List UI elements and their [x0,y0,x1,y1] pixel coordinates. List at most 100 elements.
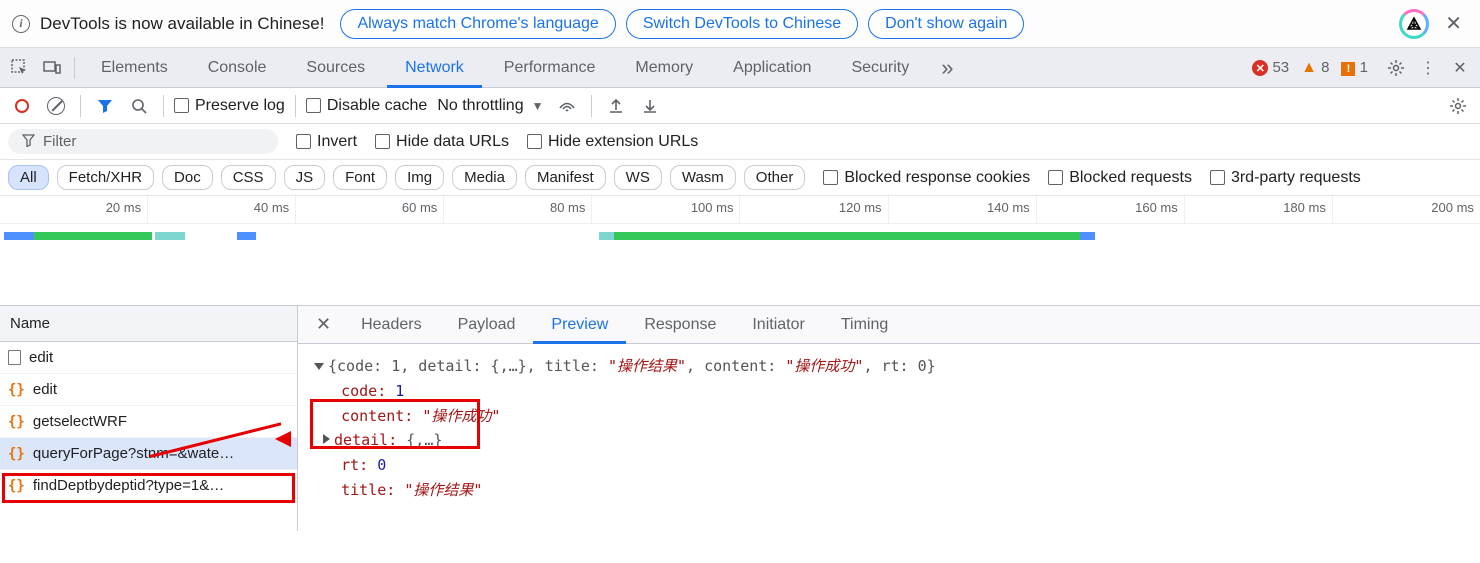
settings-icon[interactable] [1382,54,1410,82]
json-preview[interactable]: {code: 1, detail: {,…}, title: "操作结果", c… [298,344,1480,531]
separator [295,95,296,117]
hide-data-urls-checkbox[interactable]: Hide data URLs [375,133,509,151]
tab-sources[interactable]: Sources [288,48,383,88]
json-root[interactable]: {code: 1, detail: {,…}, title: "操作结果", c… [314,354,1464,379]
chevron-down-icon: ▼ [532,99,544,113]
detail-subtabs: ✕ Headers Payload Preview Response Initi… [298,306,1480,344]
subtab-response[interactable]: Response [626,306,734,344]
tab-console[interactable]: Console [190,48,285,88]
network-conditions-icon[interactable] [553,92,581,120]
network-settings-icon[interactable] [1444,92,1472,120]
chip-img[interactable]: Img [395,165,444,190]
request-name: edit [33,381,57,398]
chip-wasm[interactable]: Wasm [670,165,736,190]
disable-cache-checkbox[interactable]: Disable cache [306,97,428,115]
chip-media[interactable]: Media [452,165,517,190]
preserve-log-checkbox[interactable]: Preserve log [174,97,285,115]
kebab-icon[interactable]: ⋮ [1414,54,1442,82]
dont-show-again-button[interactable]: Don't show again [868,9,1024,39]
json-prop-detail[interactable]: detail: {,…} [314,428,1464,453]
subtab-timing[interactable]: Timing [823,306,906,344]
chip-css[interactable]: CSS [221,165,276,190]
close-infobar-icon[interactable]: ✕ [1439,11,1468,36]
chip-js[interactable]: JS [284,165,326,190]
chip-all[interactable]: All [8,165,49,190]
json-prop-rt[interactable]: rt: 0 [314,453,1464,478]
device-icon[interactable] [38,54,66,82]
third-party-checkbox[interactable]: 3rd-party requests [1210,169,1361,187]
filter-placeholder: Filter [43,133,76,150]
timeline-tick: 180 ms [1185,196,1333,223]
match-language-button[interactable]: Always match Chrome's language [340,9,615,39]
request-name: getselectWRF [33,413,127,430]
timeline-tick: 140 ms [889,196,1037,223]
more-tabs-icon[interactable]: » [931,55,963,81]
timeline-tick: 160 ms [1037,196,1185,223]
blocked-requests-checkbox[interactable]: Blocked requests [1048,169,1192,187]
tab-security[interactable]: Security [833,48,927,88]
throttling-select[interactable]: No throttling ▼ [433,97,547,115]
request-item[interactable]: {} getselectWRF [0,406,297,438]
json-prop-content[interactable]: content: "操作成功" [314,404,1464,429]
chip-fetch-xhr[interactable]: Fetch/XHR [57,165,154,190]
close-details-icon[interactable]: ✕ [304,314,343,335]
warning-icon: ▲ [1301,59,1317,76]
subtab-payload[interactable]: Payload [440,306,534,344]
filter-input[interactable]: Filter [8,129,278,154]
clear-icon[interactable] [42,92,70,120]
main-tabstrip: Elements Console Sources Network Perform… [0,48,1480,88]
json-icon: {} [8,382,25,398]
network-toolbar: Preserve log Disable cache No throttling… [0,88,1480,124]
filter-row: Filter Invert Hide data URLs Hide extens… [0,124,1480,160]
tab-performance[interactable]: Performance [486,48,614,88]
invert-checkbox[interactable]: Invert [296,133,357,151]
record-icon[interactable] [8,92,36,120]
chip-doc[interactable]: Doc [162,165,213,190]
export-har-icon[interactable] [602,92,630,120]
request-item[interactable]: {} queryForPage?stnm=&wate… [0,438,297,470]
tab-application[interactable]: Application [715,48,829,88]
chip-ws[interactable]: WS [614,165,662,190]
document-icon [8,350,21,365]
info-icon: i [12,15,30,33]
separator [591,95,592,117]
json-prop-code[interactable]: code: 1 [314,379,1464,404]
tab-network[interactable]: Network [387,48,482,88]
timeline-tick: 200 ms [1333,196,1480,223]
infobar: i DevTools is now available in Chinese! … [0,0,1480,48]
error-count: 53 [1272,59,1289,76]
expand-icon[interactable] [323,434,330,444]
import-har-icon[interactable] [636,92,664,120]
timeline-overview[interactable]: 20 ms 40 ms 60 ms 80 ms 100 ms 120 ms 14… [0,196,1480,306]
request-item[interactable]: {} edit [0,374,297,406]
funnel-icon [22,134,35,150]
chip-other[interactable]: Other [744,165,806,190]
subtab-preview[interactable]: Preview [533,306,626,344]
blocked-cookies-checkbox[interactable]: Blocked response cookies [823,169,1030,187]
subtab-initiator[interactable]: Initiator [734,306,822,344]
chip-manifest[interactable]: Manifest [525,165,606,190]
issue-counts[interactable]: ✕ 53 ▲ 8 ! 1 [1252,59,1368,77]
hide-ext-urls-checkbox[interactable]: Hide extension URLs [527,133,698,151]
tab-elements[interactable]: Elements [83,48,186,88]
filter-toggle-icon[interactable] [91,92,119,120]
inspect-icon[interactable] [6,54,34,82]
extension-logo[interactable] [1399,9,1429,39]
close-devtools-icon[interactable]: ✕ [1446,54,1474,82]
error-icon: ✕ [1252,60,1268,76]
json-icon: {} [8,478,25,494]
chip-font[interactable]: Font [333,165,387,190]
timeline-tick: 40 ms [148,196,296,223]
request-item[interactable]: edit [0,342,297,374]
resource-type-chips: All Fetch/XHR Doc CSS JS Font Img Media … [0,160,1480,196]
collapse-icon[interactable] [314,363,324,370]
request-list-header[interactable]: Name [0,306,297,342]
search-icon[interactable] [125,92,153,120]
switch-chinese-button[interactable]: Switch DevTools to Chinese [626,9,858,39]
request-item[interactable]: {} findDeptbydeptid?type=1&… [0,470,297,502]
json-icon: {} [8,446,25,462]
json-prop-title[interactable]: title: "操作结果" [314,478,1464,503]
tab-memory[interactable]: Memory [617,48,711,88]
separator [74,57,75,79]
subtab-headers[interactable]: Headers [343,306,439,344]
